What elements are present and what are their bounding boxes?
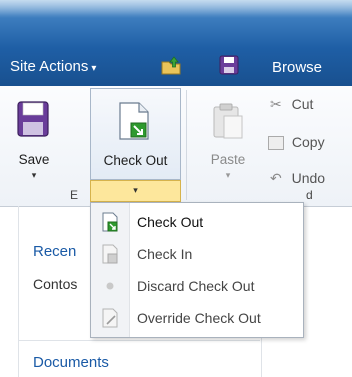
check-out-dropdown-toggle[interactable]: ▾	[90, 180, 181, 202]
save-label: Save	[18, 152, 50, 167]
copy-button[interactable]: Copy	[268, 134, 325, 151]
paste-dropdown-arrow[interactable]: ▾	[198, 170, 258, 181]
topbar-gloss	[0, 0, 352, 18]
nav-link-documents[interactable]: Documents	[33, 354, 109, 371]
menu-item-override-check-out[interactable]: Override Check Out	[91, 303, 303, 333]
nav-link-contoso[interactable]: Contos	[33, 276, 77, 292]
check-out-icon	[102, 212, 118, 232]
nav-link-recent[interactable]: Recen	[33, 243, 76, 260]
tab-browse[interactable]: Browse	[272, 59, 322, 76]
check-out-label: Check Out	[103, 153, 168, 168]
scissors-icon: ✂	[270, 96, 282, 112]
copy-icon	[268, 136, 284, 151]
nav-divider	[18, 340, 260, 341]
copy-label: Copy	[291, 134, 325, 150]
check-out-dropdown-menu: Check Out Check In Discard Check Out Ove…	[90, 202, 304, 338]
chevron-down-icon: ▾	[91, 63, 97, 74]
cut-button[interactable]: ✂ Cut	[270, 96, 313, 113]
check-in-icon	[102, 244, 118, 264]
undo-button[interactable]: ↶ Undo	[270, 170, 325, 187]
save-button[interactable]: Save ▾	[4, 88, 64, 198]
override-check-out-icon	[102, 308, 118, 328]
menu-item-label: Check Out	[137, 214, 204, 230]
chevron-down-icon: ▾	[133, 185, 138, 195]
undo-label: Undo	[291, 170, 326, 186]
cut-label: Cut	[291, 96, 314, 112]
group-label-edit: E	[70, 188, 79, 202]
undo-icon: ↶	[270, 170, 282, 186]
site-actions-menu[interactable]: Site Actions ▾	[10, 58, 96, 75]
paste-button[interactable]: Paste ▾	[198, 88, 258, 198]
navigate-up-icon[interactable]	[160, 54, 182, 76]
menu-item-label: Discard Check Out	[137, 278, 255, 294]
menu-item-check-in[interactable]: Check In	[91, 239, 303, 269]
check-out-icon	[119, 102, 149, 140]
menu-item-discard-check-out[interactable]: Discard Check Out	[91, 271, 303, 301]
paste-label: Paste	[210, 152, 246, 167]
group-label-clipboard: d	[306, 188, 313, 202]
save-icon	[17, 101, 49, 137]
save-dropdown-arrow[interactable]: ▾	[4, 170, 64, 181]
discard-dot-icon	[106, 282, 114, 290]
menu-item-label: Check In	[137, 246, 193, 262]
site-actions-label: Site Actions	[10, 58, 89, 75]
ribbon-group-divider	[186, 90, 187, 200]
check-out-button[interactable]: Check Out	[90, 88, 181, 180]
save-icon-small[interactable]	[218, 54, 240, 76]
menu-item-label: Override Check Out	[137, 310, 261, 326]
menu-item-check-out[interactable]: Check Out	[91, 207, 303, 237]
paste-icon	[213, 103, 243, 139]
